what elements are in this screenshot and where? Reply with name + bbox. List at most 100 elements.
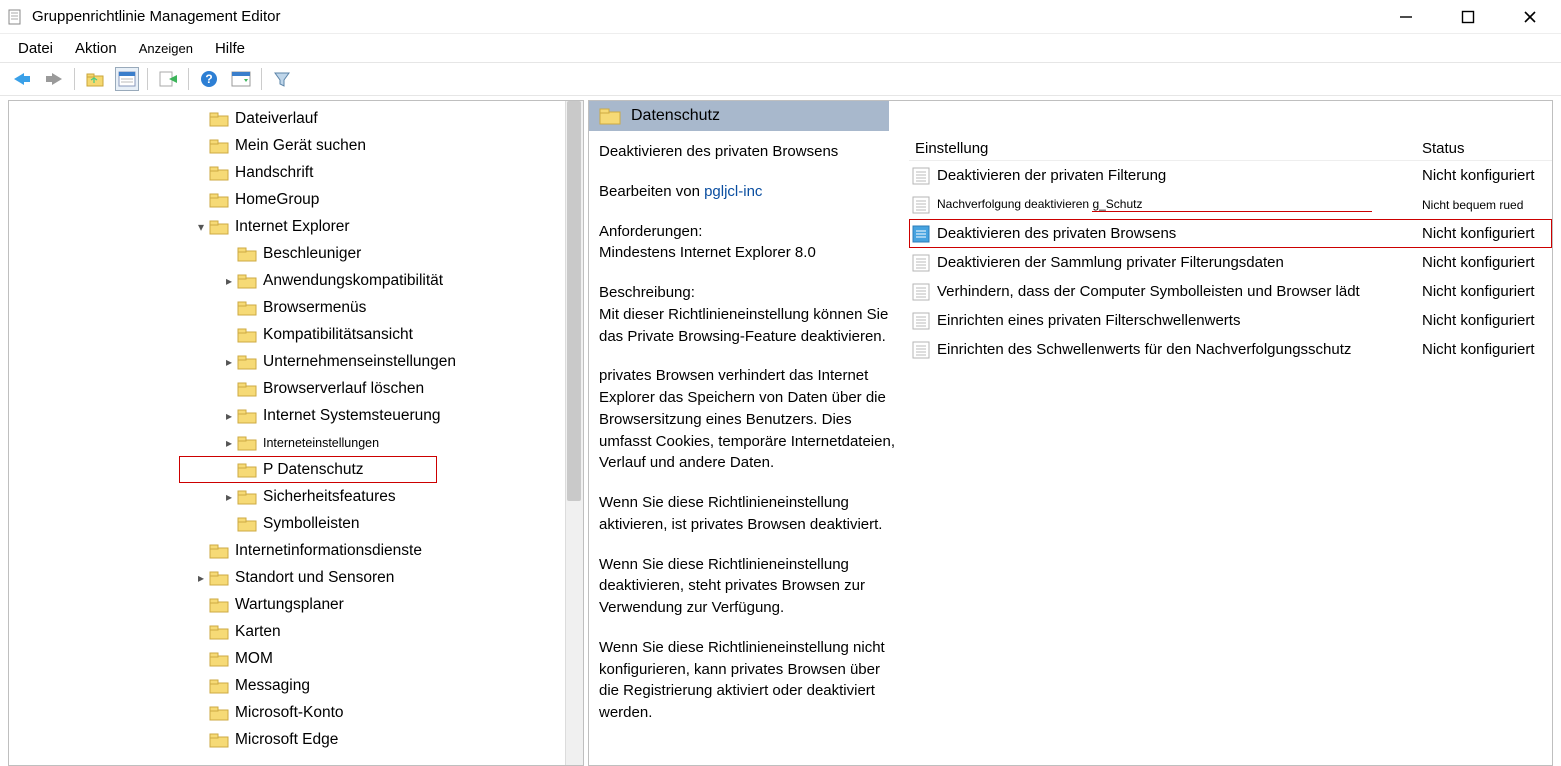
tree-item[interactable]: •HomeGroup [9,186,583,213]
tree-expander-icon: • [221,328,237,342]
tree-item[interactable]: •Karten [9,618,583,645]
menu-aktion[interactable]: Aktion [71,38,121,59]
folder-icon [237,435,257,451]
setting-status: Nicht konfiguriert [1422,312,1552,329]
tree-item[interactable]: ▸Unternehmenseinstellungen [9,348,583,375]
setting-icon [911,341,931,359]
filter-button[interactable] [270,67,294,91]
column-header-setting[interactable]: Einstellung [909,140,1422,157]
folder-icon [209,138,229,154]
tree-item[interactable]: •Messaging [9,672,583,699]
tree-item[interactable]: •Wartungsplaner [9,591,583,618]
folder-icon [237,408,257,424]
maximize-button[interactable] [1455,4,1481,30]
tree-item-label: HomeGroup [235,191,319,209]
right-panel-header: Datenschutz [589,101,889,131]
tree-item-label: Browsermenüs [263,299,366,317]
folder-icon [209,165,229,181]
tree-item[interactable]: ▸Standort und Sensoren [9,564,583,591]
setting-row[interactable]: Verhindern, dass der Computer Symbolleis… [909,277,1552,306]
folder-icon [237,327,257,343]
tree-item[interactable]: •Kompatibilitätsansicht [9,321,583,348]
tree-item[interactable]: •P Datenschutz [179,456,437,483]
tree-item[interactable]: •Symbolleisten [9,510,583,537]
tree-item[interactable]: ▸Sicherheitsfeatures [9,483,583,510]
export-button[interactable] [156,67,180,91]
tree-expander-icon[interactable]: ▸ [221,436,237,450]
tree-item-label: Internet Systemsteuerung [263,407,441,425]
tree-expander-icon: • [221,463,237,477]
tree-item[interactable]: •Beschleuniger [9,240,583,267]
tree-item[interactable]: •Browsermenüs [9,294,583,321]
tree-item[interactable]: •Browserverlauf löschen [9,375,583,402]
view-options-button[interactable] [229,67,253,91]
tree-scrollbar[interactable] [565,101,583,765]
tree-item[interactable]: •Dateiverlauf [9,105,583,132]
setting-icon [911,196,931,214]
tree-expander-icon[interactable]: ▸ [221,274,237,288]
setting-row[interactable]: Nachverfolgung deaktivieren g_SchutzNich… [909,190,1552,219]
app-icon [6,8,24,26]
tree-scrollbar-thumb[interactable] [567,101,581,501]
properties-button[interactable] [115,67,139,91]
folder-icon [209,597,229,613]
tree-expander-icon: • [193,733,209,747]
tree-item[interactable]: ▸Interneteinstellungen [9,429,583,456]
tree-item[interactable]: • Microsoft Edge [9,726,583,753]
tree-expander-icon: • [221,247,237,261]
tree-item-label: Microsoft Edge [235,731,338,749]
menu-anzeigen[interactable]: Anzeigen [135,39,197,58]
tree-expander-icon[interactable]: ▾ [193,220,209,234]
tree-item[interactable]: ▸ Internet Systemsteuerung [9,402,583,429]
nav-forward-button[interactable] [42,67,66,91]
tree-expander-icon[interactable]: ▸ [221,490,237,504]
tree-expander-icon: • [221,517,237,531]
setting-row[interactable]: Einrichten eines privaten Filterschwelle… [909,306,1552,335]
setting-row[interactable]: Deaktivieren des privaten BrowsensNicht … [909,219,1552,248]
tree-item-label: Karten [235,623,281,641]
setting-row[interactable]: Deaktivieren der privaten FilterungNicht… [909,161,1552,190]
tree-expander-icon[interactable]: ▸ [221,355,237,369]
titlebar: Gruppenrichtlinie Management Editor [0,0,1561,34]
tree-item[interactable]: •Handschrift [9,159,583,186]
menu-datei[interactable]: Datei [14,38,57,59]
tree-item[interactable]: •Mein Gerät suchen [9,132,583,159]
tree[interactable]: •Dateiverlauf•Mein Gerät suchen•Handschr… [9,101,583,757]
tree-item[interactable]: ▾Internet Explorer [9,213,583,240]
requirements-text: Mindestens Internet Explorer 8.0 [599,244,816,261]
tree-item-label: Internetinformationsdienste [235,542,422,560]
close-button[interactable] [1517,4,1543,30]
tree-item[interactable]: •MOM [9,645,583,672]
folder-icon [209,111,229,127]
tree-expander-icon[interactable]: ▸ [193,571,209,585]
help-button[interactable]: ? [197,67,221,91]
tree-item[interactable]: ▸Anwendungskompatibilität [9,267,583,294]
folder-icon [209,651,229,667]
folder-up-button[interactable] [83,67,107,91]
folder-icon [237,246,257,262]
tree-expander-icon: • [193,544,209,558]
edit-policy-link[interactable]: pgljcl-inc [704,183,762,200]
tree-item[interactable]: • Internetinformationsdienste [9,537,583,564]
setting-icon [911,312,931,330]
setting-name: Deaktivieren der Sammlung privater Filte… [937,254,1422,271]
tree-item[interactable]: •Microsoft-Konto [9,699,583,726]
menu-hilfe[interactable]: Hilfe [211,38,249,59]
tree-expander-icon: • [193,112,209,126]
setting-row[interactable]: Deaktivieren der Sammlung privater Filte… [909,248,1552,277]
folder-icon [209,219,229,235]
tree-item-label: Mein Gerät suchen [235,137,366,155]
column-header-status[interactable]: Status [1422,140,1552,157]
setting-row[interactable]: Einrichten des Schwellenwerts für den Na… [909,335,1552,364]
tree-expander-icon: • [193,166,209,180]
nav-back-button[interactable] [10,67,34,91]
right-panel: Datenschutz Deaktivieren des privaten Br… [588,100,1553,766]
description-p4: Wenn Sie diese Richtlinieneinstellung de… [599,554,903,619]
setting-name: Deaktivieren des privaten Browsens [937,225,1422,242]
tree-expander-icon[interactable]: ▸ [221,409,237,423]
folder-icon [209,732,229,748]
setting-status: Nicht konfiguriert [1422,254,1552,271]
tree-panel: •Dateiverlauf•Mein Gerät suchen•Handschr… [8,100,584,766]
minimize-button[interactable] [1393,4,1419,30]
folder-icon [237,489,257,505]
